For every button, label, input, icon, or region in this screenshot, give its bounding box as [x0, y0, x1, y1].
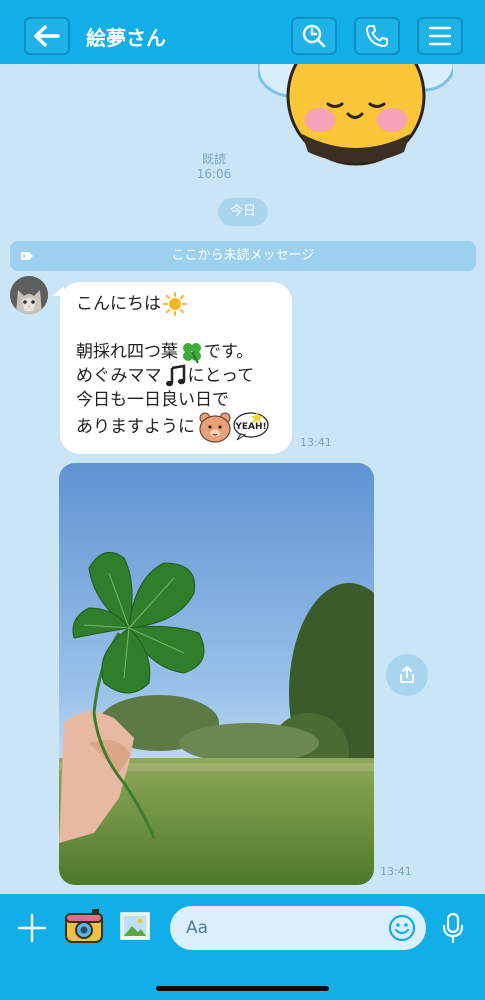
message-time: 13:41: [300, 436, 332, 449]
message-line: ありますように YEAH!: [76, 412, 292, 443]
menu-button[interactable]: [417, 17, 463, 55]
menu-icon: [429, 26, 451, 46]
message-text: ありますように: [76, 417, 195, 437]
date-separator: 今日: [218, 198, 268, 226]
read-receipt: 既読 16:06: [184, 152, 244, 182]
gallery-icon[interactable]: [120, 912, 150, 940]
avatar[interactable]: [10, 276, 48, 314]
message-text: 今日も一日良い日で: [76, 390, 229, 410]
message-text: にとって: [187, 366, 255, 386]
sun-emoji-icon: [163, 292, 187, 316]
chat-header: 絵夢さん: [0, 0, 485, 64]
home-indicator: [156, 986, 329, 991]
microphone-icon[interactable]: [442, 912, 464, 944]
bee-sticker[interactable]: [258, 64, 453, 174]
read-label: 既読: [201, 152, 226, 166]
message-line: 今日も一日良い日で: [76, 388, 292, 412]
phone-icon: [366, 25, 388, 47]
message-text: こんにちは: [76, 294, 161, 314]
chat-area[interactable]: 既読 16:06 今日 ここから未読メッセージ こんにちは 朝採れ四つ葉 です。…: [0, 64, 485, 894]
back-button[interactable]: [24, 17, 70, 55]
camera-icon[interactable]: [64, 908, 104, 946]
four-leaf-clover-icon: [183, 343, 201, 364]
search-button[interactable]: [291, 17, 337, 55]
photo-image: [59, 463, 374, 885]
cat-avatar-image: [10, 276, 48, 314]
call-button[interactable]: [354, 17, 400, 55]
photo-time: 13:41: [380, 865, 412, 878]
message-line: 朝採れ四つ葉 です。: [76, 340, 292, 364]
message-input-wrapper[interactable]: [170, 906, 426, 950]
share-icon: [400, 666, 414, 683]
message-text: 朝採れ四つ葉: [76, 342, 178, 362]
share-button[interactable]: [386, 654, 428, 696]
message-input[interactable]: [186, 906, 386, 950]
message-text: めぐみママ: [76, 366, 162, 386]
bear-yeah-sticker-icon: YEAH!: [199, 412, 269, 443]
message-bubble[interactable]: こんにちは 朝採れ四つ葉 です。 めぐみママ にとって 今日も一日良い日で あり…: [60, 282, 292, 454]
unread-divider: ここから未読メッセージ: [10, 241, 476, 271]
plus-icon[interactable]: [16, 912, 48, 944]
clover-photo[interactable]: [59, 463, 374, 885]
tag-icon: [21, 252, 33, 260]
emoji-icon[interactable]: [388, 914, 416, 942]
read-time: 16:06: [196, 167, 232, 181]
back-arrow-icon: [34, 25, 60, 47]
message-line: めぐみママ にとって: [76, 364, 292, 388]
message-text: です。: [204, 342, 254, 362]
input-bar: [0, 894, 485, 1000]
chat-title: 絵夢さん: [86, 26, 166, 50]
music-note-icon: [165, 364, 185, 387]
sticker-text: YEAH!: [234, 422, 266, 432]
search-icon: [302, 24, 326, 48]
message-line: こんにちは: [76, 292, 292, 316]
unread-label: ここから未読メッセージ: [171, 248, 315, 263]
